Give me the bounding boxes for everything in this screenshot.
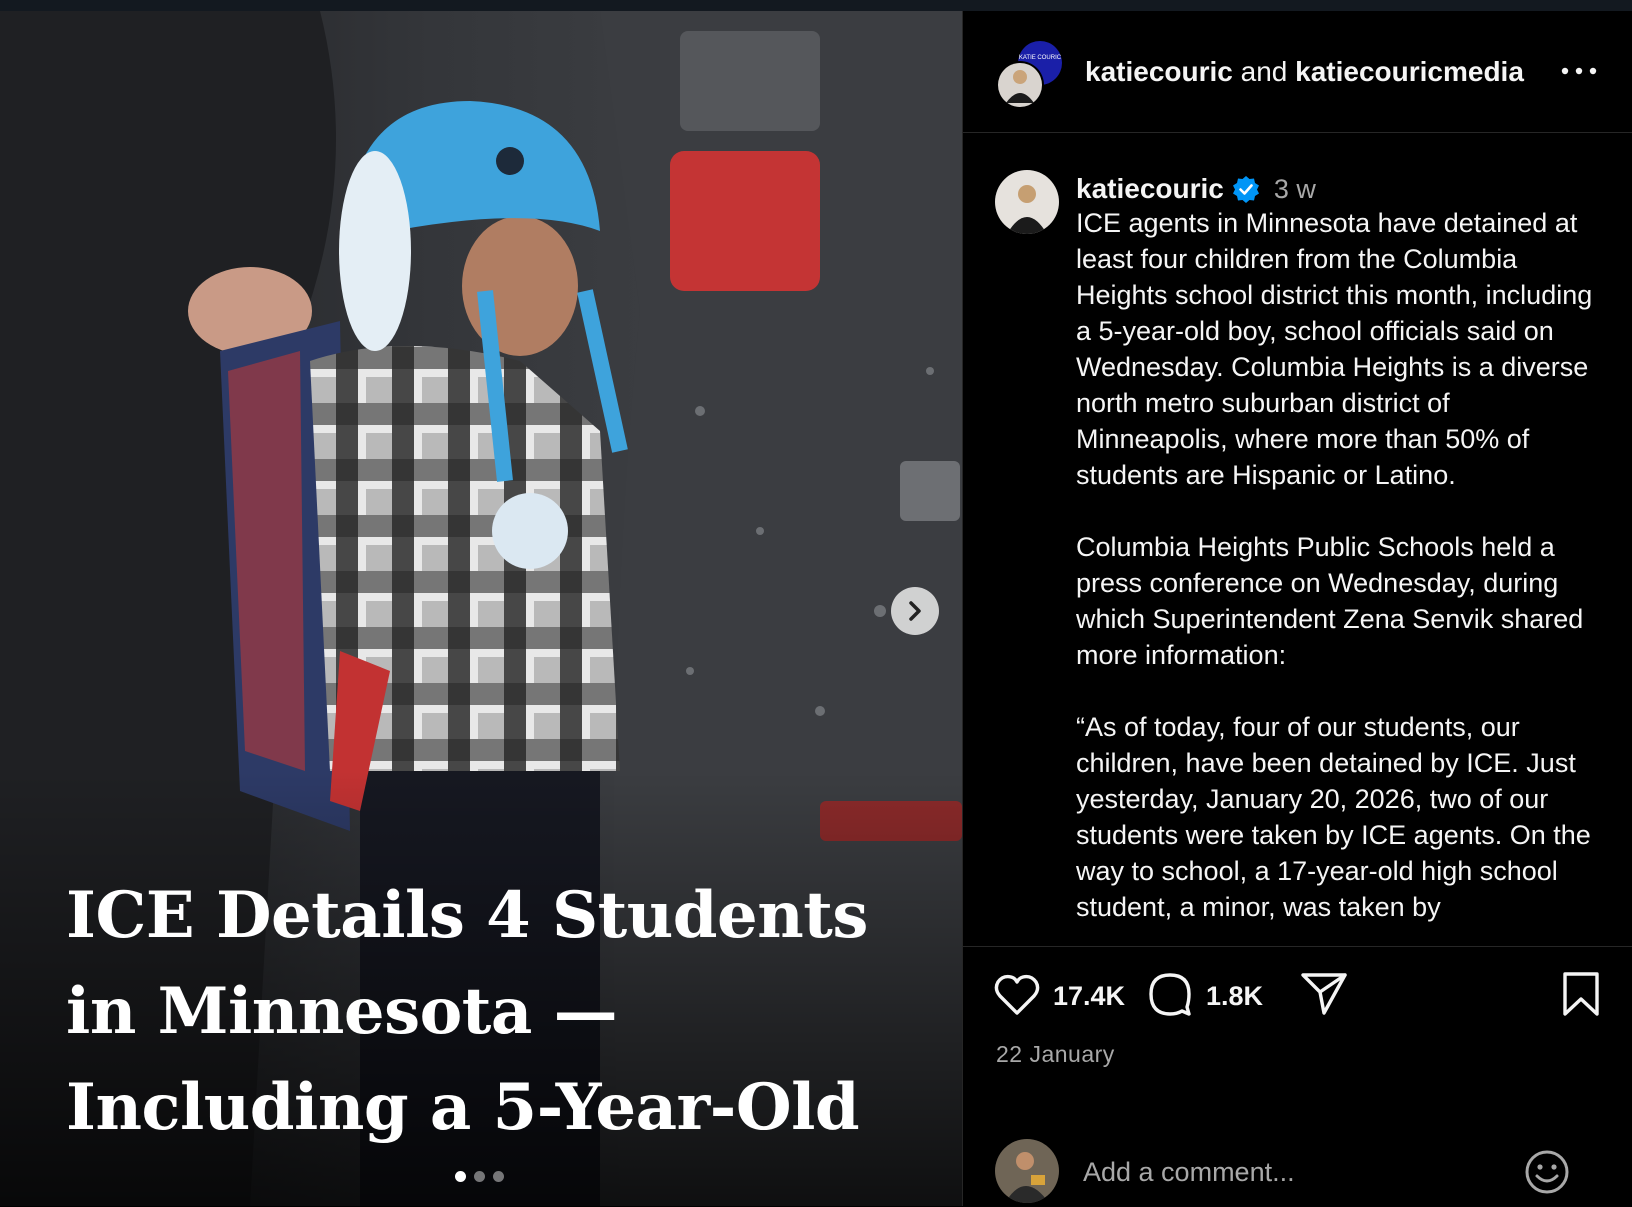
- caption-section[interactable]: katiecouric 3 w ICE agents in Minnesota …: [963, 133, 1632, 945]
- collab-avatars[interactable]: KATIE COURIC: [994, 39, 1066, 111]
- carousel-next-button[interactable]: [891, 587, 939, 635]
- more-options-button[interactable]: [1557, 51, 1601, 91]
- caption-text: ICE agents in Minnesota have detained at…: [1076, 208, 1593, 922]
- comment-button[interactable]: [1147, 971, 1193, 1017]
- post-author-title: katiecouric and katiecouricmedia: [1085, 56, 1524, 88]
- caption-header: katiecouric 3 w: [1076, 173, 1316, 205]
- avatar: KATIE COURIC: [996, 41, 1062, 109]
- brand-badge-text: KATIE COURIC: [1019, 55, 1062, 61]
- add-comment-row: [963, 1127, 1632, 1207]
- top-strip: [0, 0, 1632, 11]
- verified-badge-icon: [1232, 176, 1259, 203]
- like-count[interactable]: 17.4K: [1053, 981, 1125, 1012]
- caption-username[interactable]: katiecouric: [1076, 173, 1224, 205]
- more-horizontal-icon: [1561, 67, 1597, 75]
- author-username-2[interactable]: katiecouricmedia: [1295, 56, 1524, 87]
- comment-count[interactable]: 1.8K: [1206, 981, 1263, 1012]
- carousel-dot-active: [455, 1171, 466, 1182]
- post-date[interactable]: 22 January: [996, 1041, 1115, 1068]
- avatar: [995, 1139, 1059, 1203]
- carousel-dot: [474, 1171, 485, 1182]
- share-button[interactable]: [1300, 971, 1348, 1017]
- save-button[interactable]: [1561, 971, 1601, 1017]
- smiley-icon: [1525, 1150, 1569, 1194]
- current-user-avatar: [995, 1139, 1059, 1203]
- comment-icon: [1149, 973, 1191, 1016]
- bookmark-icon: [1563, 972, 1599, 1016]
- emoji-button[interactable]: [1523, 1148, 1571, 1196]
- post-age[interactable]: 3 w: [1274, 174, 1316, 205]
- post-side-panel: KATIE COURIC katiecouric and katiecouric…: [962, 11, 1632, 1206]
- comment-input[interactable]: [1081, 1149, 1485, 1195]
- chevron-right-icon: [909, 601, 921, 621]
- author-username-1[interactable]: katiecouric: [1085, 56, 1233, 87]
- post-header: KATIE COURIC katiecouric and katiecouric…: [963, 11, 1632, 133]
- media-headline: ICE Details 4 Students in Minnesota — In…: [66, 878, 868, 1145]
- paper-plane-icon: [1301, 973, 1347, 1015]
- carousel-indicator: [455, 1171, 504, 1182]
- post-actions: 17.4K 1.8K 22 January: [963, 946, 1632, 1207]
- avatar: [995, 170, 1059, 234]
- caption-avatar[interactable]: [995, 170, 1059, 234]
- carousel-dot: [493, 1171, 504, 1182]
- post-media[interactable]: ICE Details 4 Students in Minnesota — In…: [0, 11, 962, 1206]
- like-button[interactable]: [994, 973, 1040, 1017]
- heart-icon: [994, 974, 1040, 1015]
- author-conjunction: and: [1232, 56, 1296, 87]
